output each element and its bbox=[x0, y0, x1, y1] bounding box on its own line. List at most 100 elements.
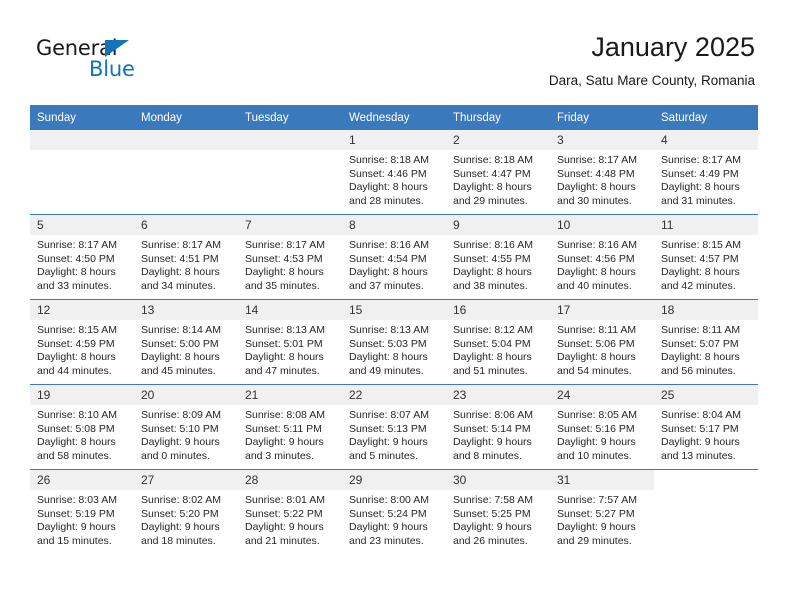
day-details: Sunrise: 8:03 AM Sunset: 5:19 PM Daylight:… bbox=[30, 490, 134, 548]
sunrise-text: Sunrise: 8:16 AM bbox=[349, 239, 429, 251]
sunset-text: Sunset: 5:08 PM bbox=[37, 422, 115, 435]
calendar-day-cell[interactable]: 29 Sunrise: 8:00 AM Sunset: 5:24 PM Dayligh… bbox=[342, 469, 446, 554]
daylight-text: and 42 minutes. bbox=[661, 279, 736, 292]
day-details: Sunrise: 8:06 AM Sunset: 5:14 PM Daylight:… bbox=[446, 405, 550, 463]
daylight-text: Daylight: 9 hours bbox=[453, 436, 532, 448]
daylight-text: Daylight: 8 hours bbox=[557, 351, 636, 363]
day-number: 12 bbox=[30, 300, 134, 320]
daylight-text: Daylight: 8 hours bbox=[661, 351, 740, 363]
sunset-text: Sunset: 5:00 PM bbox=[141, 337, 219, 350]
daylight-text: and 29 minutes. bbox=[557, 534, 632, 547]
calendar-day-cell[interactable]: 30 Sunrise: 7:58 AM Sunset: 5:25 PM Dayligh… bbox=[446, 469, 550, 554]
sunset-text: Sunset: 4:59 PM bbox=[37, 337, 115, 350]
daylight-text: and 21 minutes. bbox=[245, 534, 320, 547]
calendar-day-cell[interactable]: 6 Sunrise: 8:17 AM Sunset: 4:51 PM Daylight… bbox=[134, 214, 238, 300]
calendar-day-cell[interactable]: 7 Sunrise: 8:17 AM Sunset: 4:53 PM Daylight… bbox=[238, 214, 342, 300]
calendar-day-cell[interactable]: 20 Sunrise: 8:09 AM Sunset: 5:10 PM Dayligh… bbox=[134, 384, 238, 470]
day-number bbox=[654, 470, 758, 490]
calendar-day-cell[interactable]: 12 Sunrise: 8:15 AM Sunset: 4:59 PM Dayligh… bbox=[30, 299, 134, 385]
calendar-day-cell[interactable]: 15 Sunrise: 8:13 AM Sunset: 5:03 PM Dayligh… bbox=[342, 299, 446, 385]
calendar-day-cell[interactable]: 19 Sunrise: 8:10 AM Sunset: 5:08 PM Dayligh… bbox=[30, 384, 134, 470]
calendar-day-cell[interactable]: 17 Sunrise: 8:11 AM Sunset: 5:06 PM Dayligh… bbox=[550, 299, 654, 385]
calendar-day-cell[interactable]: 3 Sunrise: 8:17 AM Sunset: 4:48 PM Daylight… bbox=[550, 130, 654, 215]
daylight-text: Daylight: 9 hours bbox=[245, 436, 324, 448]
sunrise-text: Sunrise: 8:14 AM bbox=[141, 324, 221, 336]
calendar-day-cell[interactable]: 18 Sunrise: 8:11 AM Sunset: 5:07 PM Dayligh… bbox=[654, 299, 758, 385]
daylight-text: Daylight: 8 hours bbox=[349, 351, 428, 363]
day-number: 10 bbox=[550, 215, 654, 235]
sunset-text: Sunset: 4:51 PM bbox=[141, 252, 219, 265]
calendar-day-cell[interactable]: 9 Sunrise: 8:16 AM Sunset: 4:55 PM Daylight… bbox=[446, 214, 550, 300]
sunset-text: Sunset: 5:13 PM bbox=[349, 422, 427, 435]
sunrise-text: Sunrise: 8:10 AM bbox=[37, 409, 117, 421]
sunset-text: Sunset: 5:04 PM bbox=[453, 337, 531, 350]
calendar-week-row: 12 Sunrise: 8:15 AM Sunset: 4:59 PM Dayligh… bbox=[30, 299, 758, 385]
calendar-day-cell[interactable]: 11 Sunrise: 8:15 AM Sunset: 4:57 PM Dayligh… bbox=[654, 214, 758, 300]
daylight-text: Daylight: 9 hours bbox=[557, 521, 636, 533]
calendar-day-cell[interactable]: 25 Sunrise: 8:04 AM Sunset: 5:17 PM Dayligh… bbox=[654, 384, 758, 470]
daylight-text: Daylight: 9 hours bbox=[557, 436, 636, 448]
sunset-text: Sunset: 4:46 PM bbox=[349, 167, 427, 180]
day-number: 14 bbox=[238, 300, 342, 320]
daylight-text: Daylight: 8 hours bbox=[141, 266, 220, 278]
day-number bbox=[134, 130, 238, 150]
calendar-day-cell[interactable]: 16 Sunrise: 8:12 AM Sunset: 5:04 PM Dayligh… bbox=[446, 299, 550, 385]
daylight-text: Daylight: 8 hours bbox=[453, 181, 532, 193]
daylight-text: and 47 minutes. bbox=[245, 364, 320, 377]
calendar-page: General Blue January 2025 Dara, Satu Mar… bbox=[0, 0, 792, 612]
day-number: 18 bbox=[654, 300, 758, 320]
sunset-text: Sunset: 5:14 PM bbox=[453, 422, 531, 435]
calendar-day-cell[interactable]: 1 Sunrise: 8:18 AM Sunset: 4:46 PM Daylight… bbox=[342, 130, 446, 215]
sunset-text: Sunset: 4:49 PM bbox=[661, 167, 739, 180]
sunset-text: Sunset: 5:01 PM bbox=[245, 337, 323, 350]
daylight-text: and 10 minutes. bbox=[557, 449, 632, 462]
logo-triangle-icon bbox=[105, 40, 129, 57]
daylight-text: Daylight: 8 hours bbox=[557, 266, 636, 278]
calendar-grid: Sunday Monday Tuesday Wednesday Thursday… bbox=[30, 105, 758, 554]
daylight-text: Daylight: 8 hours bbox=[37, 266, 116, 278]
calendar-day-cell[interactable]: 10 Sunrise: 8:16 AM Sunset: 4:56 PM Dayligh… bbox=[550, 214, 654, 300]
calendar-day-cell[interactable]: 26 Sunrise: 8:03 AM Sunset: 5:19 PM Dayligh… bbox=[30, 469, 134, 554]
daylight-text: and 38 minutes. bbox=[453, 279, 528, 292]
day-details: Sunrise: 8:10 AM Sunset: 5:08 PM Daylight:… bbox=[30, 405, 134, 463]
calendar-day-cell[interactable]: 22 Sunrise: 8:07 AM Sunset: 5:13 PM Dayligh… bbox=[342, 384, 446, 470]
daylight-text: and 26 minutes. bbox=[453, 534, 528, 547]
calendar-day-cell[interactable]: 28 Sunrise: 8:01 AM Sunset: 5:22 PM Dayligh… bbox=[238, 469, 342, 554]
daylight-text: and 33 minutes. bbox=[37, 279, 112, 292]
sunrise-text: Sunrise: 8:05 AM bbox=[557, 409, 637, 421]
day-number: 13 bbox=[134, 300, 238, 320]
day-details: Sunrise: 8:11 AM Sunset: 5:07 PM Daylight:… bbox=[654, 320, 758, 378]
day-number: 3 bbox=[550, 130, 654, 150]
calendar-day-cell[interactable]: 4 Sunrise: 8:17 AM Sunset: 4:49 PM Daylight… bbox=[654, 130, 758, 215]
sunrise-text: Sunrise: 8:09 AM bbox=[141, 409, 221, 421]
day-number: 15 bbox=[342, 300, 446, 320]
calendar-day-cell[interactable]: 27 Sunrise: 8:02 AM Sunset: 5:20 PM Dayligh… bbox=[134, 469, 238, 554]
calendar-day-cell-empty bbox=[238, 130, 342, 215]
day-details: Sunrise: 8:12 AM Sunset: 5:04 PM Daylight:… bbox=[446, 320, 550, 378]
calendar-day-cell[interactable]: 14 Sunrise: 8:13 AM Sunset: 5:01 PM Dayligh… bbox=[238, 299, 342, 385]
sunrise-text: Sunrise: 8:15 AM bbox=[661, 239, 741, 251]
day-number: 26 bbox=[30, 470, 134, 490]
calendar-body: 1 Sunrise: 8:18 AM Sunset: 4:46 PM Daylight… bbox=[30, 130, 758, 554]
calendar-day-cell[interactable]: 31 Sunrise: 7:57 AM Sunset: 5:27 PM Dayligh… bbox=[550, 469, 654, 554]
day-number: 1 bbox=[342, 130, 446, 150]
column-header-tuesday: Tuesday bbox=[238, 105, 342, 130]
page-header: General Blue January 2025 Dara, Satu Mar… bbox=[0, 0, 792, 100]
calendar-day-cell[interactable]: 8 Sunrise: 8:16 AM Sunset: 4:54 PM Daylight… bbox=[342, 214, 446, 300]
day-details: Sunrise: 8:18 AM Sunset: 4:46 PM Daylight:… bbox=[342, 150, 446, 208]
sunrise-text: Sunrise: 8:01 AM bbox=[245, 494, 325, 506]
calendar-day-cell[interactable]: 23 Sunrise: 8:06 AM Sunset: 5:14 PM Dayligh… bbox=[446, 384, 550, 470]
daylight-text: Daylight: 9 hours bbox=[661, 436, 740, 448]
sunrise-text: Sunrise: 8:11 AM bbox=[557, 324, 637, 336]
calendar-day-cell[interactable]: 24 Sunrise: 8:05 AM Sunset: 5:16 PM Dayligh… bbox=[550, 384, 654, 470]
sunset-text: Sunset: 4:56 PM bbox=[557, 252, 635, 265]
sunset-text: Sunset: 5:19 PM bbox=[37, 507, 115, 520]
sunset-text: Sunset: 4:55 PM bbox=[453, 252, 531, 265]
calendar-day-cell[interactable]: 5 Sunrise: 8:17 AM Sunset: 4:50 PM Daylight… bbox=[30, 214, 134, 300]
day-details: Sunrise: 8:17 AM Sunset: 4:53 PM Daylight:… bbox=[238, 235, 342, 293]
daylight-text: and 30 minutes. bbox=[557, 194, 632, 207]
calendar-day-cell[interactable]: 2 Sunrise: 8:18 AM Sunset: 4:47 PM Daylight… bbox=[446, 130, 550, 215]
calendar-day-cell[interactable]: 13 Sunrise: 8:14 AM Sunset: 5:00 PM Dayligh… bbox=[134, 299, 238, 385]
daylight-text: and 31 minutes. bbox=[661, 194, 736, 207]
calendar-day-cell[interactable]: 21 Sunrise: 8:08 AM Sunset: 5:11 PM Dayligh… bbox=[238, 384, 342, 470]
